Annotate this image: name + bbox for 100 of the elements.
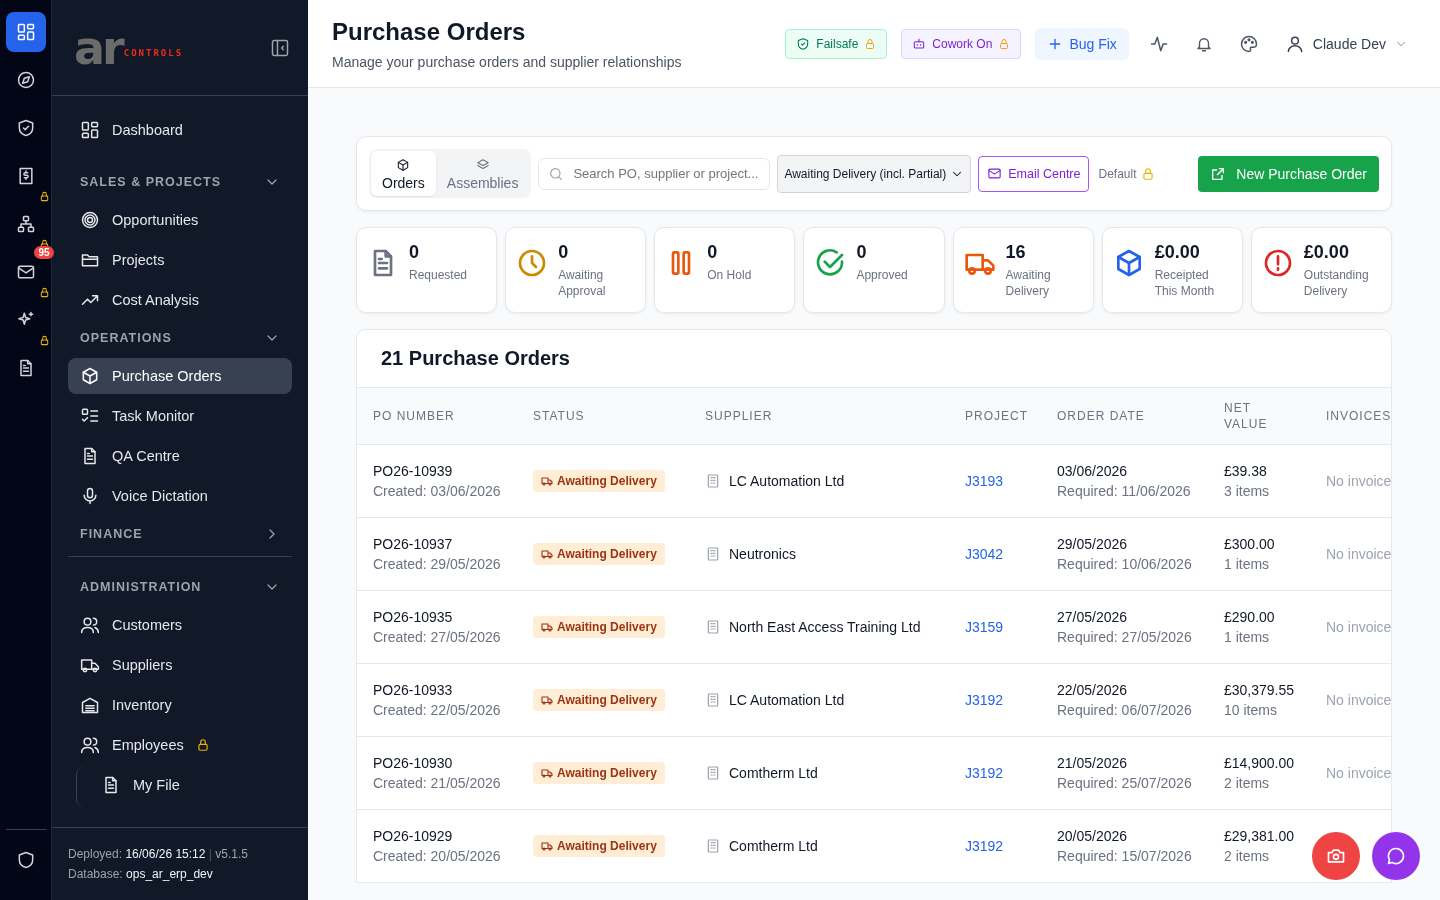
building-icon [705,546,721,562]
invoice-status: No invoice [1326,473,1391,489]
sidebar-item[interactable]: Purchase Orders [68,358,292,394]
section-header[interactable]: ADMINISTRATION [68,571,292,603]
view-tab[interactable]: Assemblies [435,151,530,196]
supplier-name: Neutronics [729,546,796,562]
sidebar-item[interactable]: Task Monitor [68,398,292,434]
net-value: £39.38 [1224,463,1268,479]
supplier-name: LC Automation Ltd [729,473,845,489]
layers-icon [475,158,490,172]
envelope-icon [987,166,1003,181]
section-header[interactable]: OPERATIONS [68,322,292,354]
status-badge: Awaiting Delivery [533,543,665,565]
sidebar-item[interactable]: QA Centre [68,438,292,474]
box-icon [396,158,411,172]
warehouse-icon [80,695,100,715]
stat-label: Awaiting Delivery [1005,267,1052,299]
po-number: PO26-10929 [373,828,454,844]
column-header: NET VALUE [1224,401,1268,431]
view-tab[interactable]: Orders [371,151,436,196]
status-badge[interactable]: Failsafe [785,29,888,59]
status-badge: Awaiting Delivery [533,470,665,492]
database-info: Database: ops_ar_erp_dev [68,866,214,883]
search-field[interactable]: Search PO, supplier or project... [538,157,771,190]
project-link[interactable]: J3192 [965,765,1004,781]
microphone-icon [80,486,100,506]
sidebar-item[interactable]: Projects [68,242,292,278]
shield-check-icon [796,37,811,51]
net-value: £14,900.00 [1224,755,1294,771]
project-link[interactable]: J3159 [965,619,1004,635]
sidebar-item[interactable]: Voice Dictation [68,478,292,514]
stat-value: £0.00 [1303,242,1350,263]
people-icon [80,735,100,755]
grid-icon [80,120,100,140]
stat-label: Outstanding Delivery [1303,267,1370,299]
rail-button[interactable] [5,12,46,52]
status-badge: Awaiting Delivery [533,616,665,638]
building-icon [705,765,721,781]
project-link[interactable]: J3193 [965,473,1004,489]
order-date: 03/06/2026 [1057,463,1129,479]
chat-bubble-icon [1386,846,1406,866]
stat-label: Approved [856,267,908,283]
bug-fix-button[interactable]: Bug Fix [1035,28,1129,60]
sidebar-item[interactable]: My File [77,767,292,803]
people-icon [80,615,100,635]
item-count: 2 items [1224,775,1271,791]
sidebar-item[interactable]: Suppliers [68,647,292,683]
stat-value: 16 [1005,242,1027,263]
project-link[interactable]: J3192 [965,838,1004,854]
sidebar-item[interactable]: Dashboard [68,112,292,148]
page-title: Purchase Orders [332,17,527,46]
item-count: 2 items [1224,848,1271,864]
order-date: 27/05/2026 [1057,609,1129,625]
stat-label: On Hold [707,267,752,283]
notification-icon [1194,35,1213,53]
building-icon [705,619,721,635]
view-selector[interactable]: Default [1096,166,1157,181]
stat-value: £0.00 [1154,242,1201,263]
required-date: Required: 06/07/2026 [1057,702,1192,718]
po-number: PO26-10939 [373,463,454,479]
section-header[interactable]: FINANCE [68,518,292,550]
sidebar-item[interactable]: Opportunities [68,202,292,238]
column-header: ORDER DATE [1057,409,1145,423]
net-value: £30,379.55 [1224,682,1294,698]
user-menu[interactable]: Claude Dev [1278,34,1416,54]
created-date: Created: 20/05/2026 [373,848,501,864]
status-badge: Awaiting Delivery [533,689,665,711]
order-date: 21/05/2026 [1057,755,1129,771]
stat-label: Requested [409,267,468,283]
required-date: Required: 10/06/2026 [1057,556,1192,572]
project-link[interactable]: J3042 [965,546,1004,562]
status-badge[interactable]: Cowork On [901,29,1022,59]
po-number: PO26-10937 [373,536,454,552]
truck-icon [541,621,553,633]
sidebar-item[interactable]: Customers [68,607,292,643]
grid-icon [15,22,36,42]
palette-icon [1238,34,1259,54]
email-centre-button[interactable]: Email Centre [978,155,1090,192]
created-date: Created: 27/05/2026 [373,629,501,645]
item-count: 10 items [1224,702,1278,718]
status-dropdown[interactable]: Awaiting Delivery (incl. Partial) [777,154,972,193]
supplier-name: North East Access Training Ltd [729,619,921,635]
invoice-status: No invoice [1326,765,1391,781]
robot-icon [912,37,927,51]
required-date: Required: 25/07/2026 [1057,775,1192,791]
sidebar-item[interactable]: Inventory [68,687,292,723]
building-icon [705,692,721,708]
sidebar-item[interactable]: Employees [68,727,292,763]
column-header: SUPPLIER [705,409,773,423]
po-number: PO26-10933 [373,682,454,698]
section-header[interactable]: SALES & PROJECTS [68,166,292,198]
invoice-status: No invoice [1326,619,1391,635]
po-number: PO26-10935 [373,609,454,625]
order-date: 29/05/2026 [1057,536,1129,552]
project-link[interactable]: J3192 [965,692,1004,708]
chat-button[interactable] [1372,832,1420,880]
truck-icon [541,694,553,706]
status-badge: Awaiting Delivery [533,762,665,784]
sidebar-item[interactable]: Cost Analysis [68,282,292,318]
truck-icon [541,767,553,779]
